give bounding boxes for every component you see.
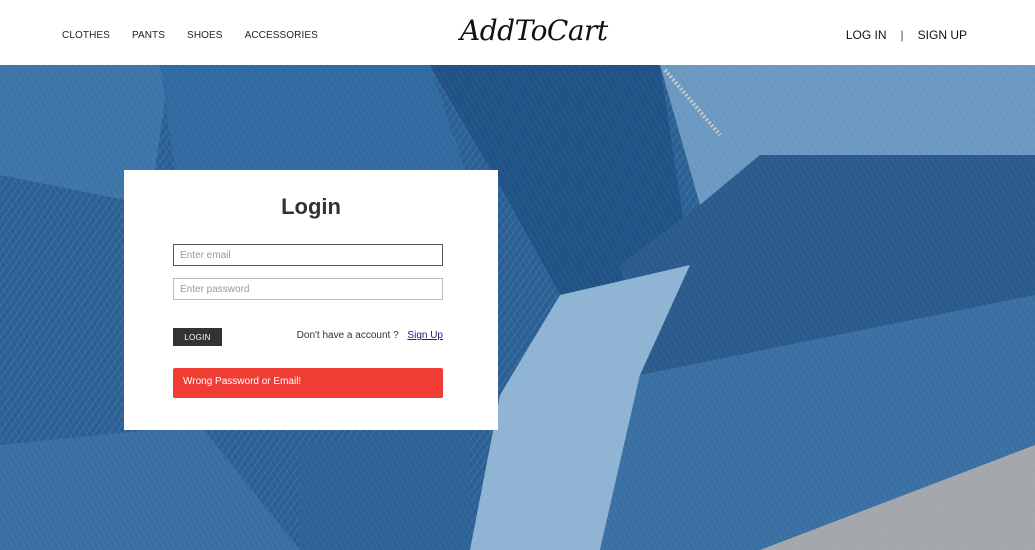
login-link[interactable]: LOG IN	[846, 28, 887, 42]
error-alert: Wrong Password or Email!	[173, 368, 443, 398]
signup-nav-link[interactable]: SIGN UP	[918, 28, 967, 42]
auth-links: LOG IN | SIGN UP	[846, 28, 967, 42]
email-input[interactable]	[173, 244, 443, 266]
nav-link-accessories[interactable]: ACCESSORIES	[245, 30, 318, 41]
login-card: Login LOGIN Don't have a account ? Sign …	[124, 170, 498, 430]
login-title: Login	[281, 194, 341, 219]
login-button[interactable]: LOGIN	[173, 328, 222, 346]
signup-link[interactable]: Sign Up	[407, 330, 443, 341]
nav-link-clothes[interactable]: CLOTHES	[62, 30, 110, 41]
nav-link-shoes[interactable]: SHOES	[187, 30, 223, 41]
category-nav: CLOTHES PANTS SHOES ACCESSORIES	[62, 30, 340, 41]
nav-link-pants[interactable]: PANTS	[132, 30, 165, 41]
password-input[interactable]	[173, 278, 443, 300]
no-account-text: Don't have a account ?	[296, 330, 399, 341]
auth-separator: |	[900, 28, 904, 42]
brand-logo[interactable]: AddToCart	[460, 14, 608, 47]
signup-prompt: Don't have a account ? Sign Up	[297, 330, 443, 341]
top-navbar: CLOTHES PANTS SHOES ACCESSORIES AddToCar…	[0, 0, 1035, 65]
